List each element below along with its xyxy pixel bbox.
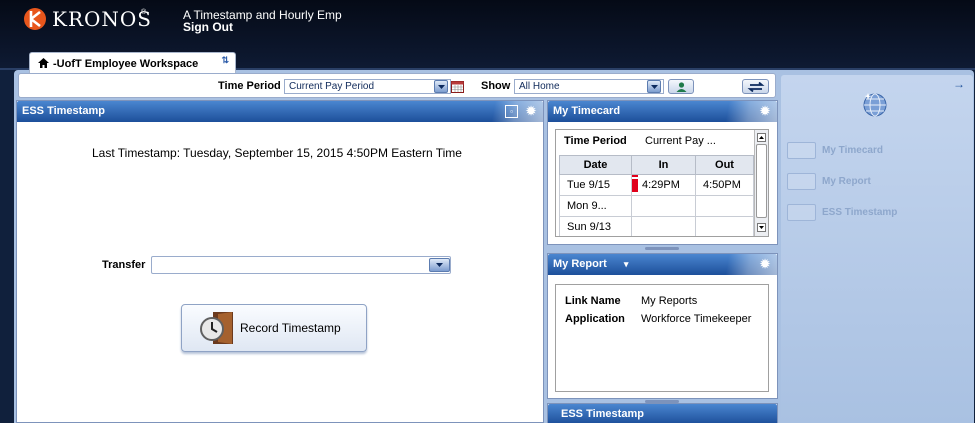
- clock-door-icon: [200, 312, 233, 344]
- timecard-panel-title: My Timecard: [553, 105, 621, 117]
- person-icon: [676, 81, 686, 92]
- scroll-thumb[interactable]: [756, 144, 767, 218]
- my-report-panel: My Report ▾ ✹ Link Name My Reports Appli…: [547, 253, 778, 399]
- ess-panel-header: ESS Timestamp ▫ ✹: [17, 101, 543, 122]
- timecard-scrollbar[interactable]: [754, 130, 768, 236]
- calendar-icon[interactable]: [451, 80, 464, 93]
- logo-registered-mark: ®: [141, 9, 147, 16]
- transfer-select[interactable]: [151, 256, 451, 274]
- widget-thumbnail: [787, 172, 816, 190]
- record-timestamp-button[interactable]: Record Timestamp: [181, 304, 367, 352]
- column-header-in[interactable]: In: [631, 155, 696, 175]
- column-header-date[interactable]: Date: [559, 155, 632, 175]
- right-widget-panel: → My Timecard My Report ESS Timestamp: [781, 75, 973, 423]
- ess-panel-title: ESS Timestamp: [22, 105, 105, 117]
- timecard-content: Time Period Current Pay ... Date In Out …: [555, 129, 769, 237]
- timecard-time-period-value: Current Pay ...: [645, 135, 716, 147]
- record-timestamp-label: Record Timestamp: [240, 321, 341, 335]
- chevron-down-icon[interactable]: ▾: [624, 259, 629, 269]
- transfer-label: Transfer: [102, 259, 146, 271]
- home-icon: [38, 58, 49, 68]
- chevron-down-icon: [436, 263, 443, 267]
- show-select[interactable]: All Home: [514, 79, 664, 94]
- row-in: 4:29PM: [642, 179, 680, 191]
- scroll-down-icon[interactable]: [757, 223, 766, 232]
- gear-icon[interactable]: ✹: [524, 104, 538, 118]
- right-panel-item-my-timecard[interactable]: My Timecard: [787, 141, 883, 159]
- sign-out-link[interactable]: Sign Out: [183, 20, 233, 34]
- gear-icon[interactable]: ✹: [758, 104, 772, 118]
- column-header-out[interactable]: Out: [695, 155, 754, 175]
- gear-icon[interactable]: ✹: [758, 257, 772, 271]
- chevron-down-icon: [437, 84, 445, 89]
- my-timecard-panel: My Timecard ✹ Time Period Current Pay ..…: [547, 100, 778, 245]
- right-panel-item-label: ESS Timestamp: [822, 206, 898, 218]
- table-row[interactable]: Sun 9/13: [559, 216, 754, 236]
- table-row[interactable]: Mon 9...: [559, 195, 754, 217]
- refresh-icon[interactable]: ⇅: [221, 55, 229, 66]
- application-value: Workforce Timekeeper: [641, 313, 752, 325]
- timecard-table: Date In Out Tue 9/15 4:29PM 4:50PM Mon 9…: [559, 155, 754, 236]
- timecard-panel-header: My Timecard ✹: [548, 101, 777, 122]
- tab-employee-workspace[interactable]: -UofT Employee Workspace ⇅: [29, 52, 236, 73]
- transfer-dropdown-button[interactable]: [429, 258, 450, 272]
- link-name-value[interactable]: My Reports: [641, 295, 697, 307]
- row-in: [631, 216, 696, 236]
- time-period-dropdown-button[interactable]: [434, 80, 448, 93]
- link-name-label: Link Name: [565, 295, 621, 307]
- application-label: Application: [565, 313, 625, 325]
- workspace-tab-label: -UofT Employee Workspace: [53, 58, 199, 70]
- scroll-up-icon[interactable]: [757, 133, 766, 142]
- row-date: Sun 9/13: [559, 216, 632, 236]
- logo-text: KRONOS: [52, 7, 152, 31]
- show-dropdown-button[interactable]: [647, 80, 661, 93]
- right-panel-item-label: My Report: [822, 175, 871, 187]
- exception-flag[interactable]: [632, 177, 638, 192]
- person-select-button[interactable]: [668, 79, 694, 94]
- report-panel-header: My Report ▾ ✹: [548, 254, 777, 275]
- chevron-down-icon: [650, 84, 658, 89]
- row-in: [631, 195, 696, 217]
- swap-arrows-icon: [747, 81, 764, 92]
- last-timestamp-text: Last Timestamp: Tuesday, September 15, 2…: [92, 146, 462, 160]
- ess-timestamp-panel-2: ESS Timestamp: [547, 403, 778, 423]
- time-period-value: Current Pay Period: [289, 81, 375, 92]
- kronos-logo-icon: [24, 8, 46, 30]
- maximize-icon[interactable]: ▫: [505, 105, 518, 118]
- table-row[interactable]: Tue 9/15 4:29PM 4:50PM: [559, 174, 754, 196]
- panel-resize-handle[interactable]: [645, 247, 679, 250]
- ess2-panel-header: ESS Timestamp: [548, 404, 777, 423]
- swap-layout-button[interactable]: [742, 79, 769, 94]
- right-panel-item-ess-timestamp[interactable]: ESS Timestamp: [787, 203, 897, 221]
- report-panel-title: My Report: [553, 258, 607, 270]
- right-panel-item-label: My Timecard: [822, 144, 883, 156]
- widget-thumbnail: [787, 141, 816, 159]
- ess2-panel-title: ESS Timestamp: [561, 408, 644, 420]
- globe-icon[interactable]: [862, 91, 888, 117]
- row-date: Mon 9...: [559, 195, 632, 217]
- timecard-header-row: Date In Out: [559, 155, 754, 175]
- row-date: Tue 9/15: [559, 174, 632, 196]
- report-content: Link Name My Reports Application Workfor…: [555, 284, 769, 392]
- show-label: Show: [481, 80, 511, 92]
- widget-thumbnail: [787, 203, 816, 221]
- time-period-select[interactable]: Current Pay Period: [284, 79, 451, 94]
- collapse-arrow-icon[interactable]: →: [953, 77, 965, 91]
- show-value: All Home: [519, 81, 560, 92]
- row-out: 4:50PM: [695, 174, 754, 196]
- right-panel-item-my-report[interactable]: My Report: [787, 172, 871, 190]
- row-out: [695, 216, 754, 236]
- timecard-time-period-label: Time Period: [564, 135, 627, 147]
- time-period-label: Time Period: [218, 80, 281, 92]
- row-out: [695, 195, 754, 217]
